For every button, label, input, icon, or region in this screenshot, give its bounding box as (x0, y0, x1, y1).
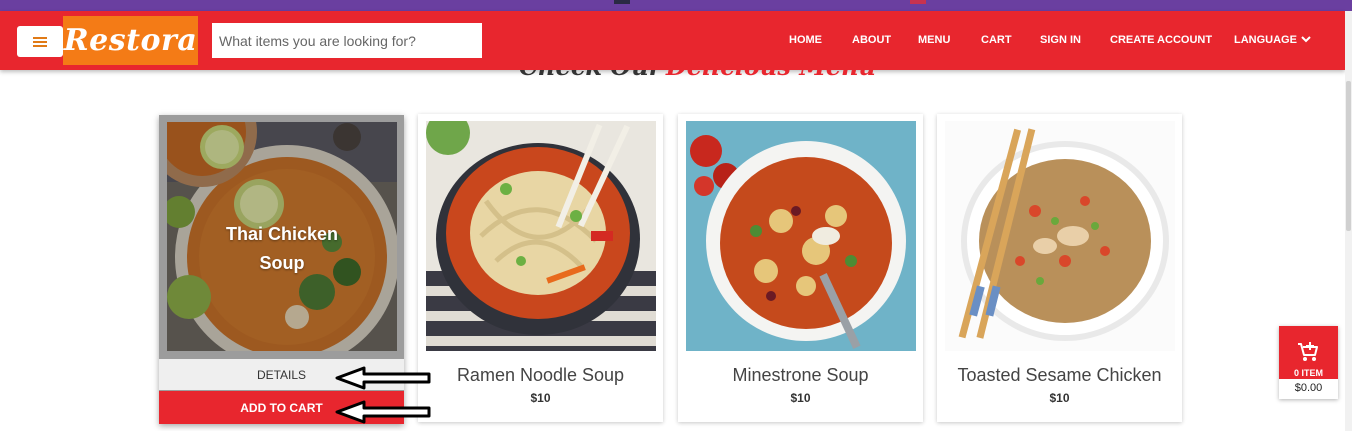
section-heading: Check Our Delicious Menu (519, 70, 876, 78)
nav-create-account[interactable]: CREATE ACCOUNT (1110, 34, 1212, 46)
minestrone-soup-image (686, 121, 916, 352)
top-strip-mark (910, 0, 926, 4)
nav-language-label: LANGUAGE (1234, 34, 1297, 46)
menu-card-minestrone-soup[interactable]: Minestrone Soup $10 (678, 114, 923, 422)
nav-home[interactable]: HOME (789, 34, 822, 46)
floating-cart-button[interactable]: 0 ITEM $0.00 (1279, 326, 1338, 399)
hamburger-menu-button[interactable] (17, 26, 63, 57)
navbar: Restora HOME ABOUT MENU CART SIGN IN CRE… (0, 11, 1345, 70)
cart-item-count: 0 ITEM (1293, 368, 1323, 378)
card-title[interactable]: Toasted Sesame Chicken (937, 365, 1182, 386)
card-overlay-title-line: Soup (259, 253, 305, 273)
top-strip-mark (614, 0, 630, 4)
nav-language[interactable]: LANGUAGE (1234, 34, 1311, 46)
nav-cart[interactable]: CART (981, 34, 1012, 46)
nav-menu[interactable]: MENU (918, 34, 950, 46)
chevron-down-icon (1301, 35, 1311, 43)
card-price: $10 (790, 391, 811, 405)
heading-part-2: Delicious Menu (666, 70, 876, 78)
logo[interactable]: Restora (63, 16, 198, 65)
nav-sign-in[interactable]: SIGN IN (1040, 34, 1081, 46)
nav-about[interactable]: ABOUT (852, 34, 891, 46)
cart-plus-icon (1298, 342, 1318, 361)
annotation-arrow-icon (335, 400, 431, 424)
thai-chicken-soup-image: Thai Chicken Soup (167, 122, 397, 351)
card-price: $10 (530, 391, 551, 405)
card-title[interactable]: Ramen Noodle Soup (418, 365, 663, 386)
scrollbar-thumb[interactable] (1346, 81, 1351, 231)
page-scrollbar[interactable] (1345, 11, 1352, 431)
card-price: $10 (1049, 391, 1070, 405)
menu-card-toasted-sesame-chicken[interactable]: Toasted Sesame Chicken $10 (937, 114, 1182, 422)
heading-part-1: Check Our (519, 70, 661, 78)
annotation-arrow-icon (335, 366, 431, 390)
search-input[interactable] (212, 23, 482, 58)
menu-card-ramen-noodle-soup[interactable]: Ramen Noodle Soup $10 (418, 114, 663, 422)
hamburger-icon (33, 36, 47, 47)
ramen-noodle-soup-image (426, 121, 656, 352)
browser-top-strip (0, 0, 1352, 11)
toasted-sesame-chicken-image (945, 121, 1175, 352)
card-overlay-title-line: Thai Chicken (225, 224, 339, 244)
cart-total: $0.00 (1294, 382, 1323, 394)
card-overlay-title: Thai Chicken Soup (167, 220, 397, 278)
card-title[interactable]: Minestrone Soup (678, 365, 923, 386)
logo-text: Restora (63, 23, 198, 58)
